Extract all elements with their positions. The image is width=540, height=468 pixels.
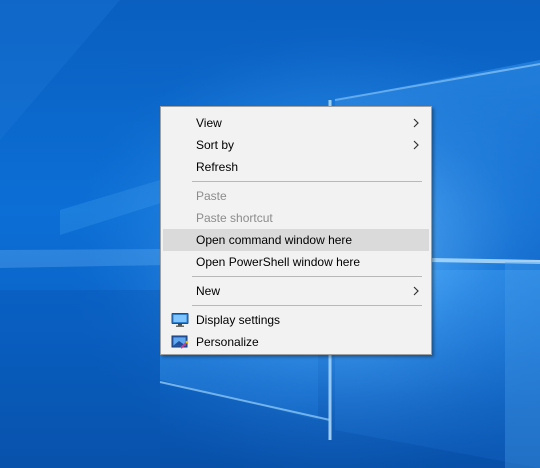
- menu-separator: [192, 305, 422, 306]
- menu-item-paste-shortcut: Paste shortcut: [163, 207, 429, 229]
- display-settings-icon: [171, 313, 189, 327]
- chevron-right-icon: [413, 286, 419, 296]
- menu-item-display-settings-label: Display settings: [196, 313, 281, 327]
- menu-item-open-command-window[interactable]: Open command window here: [163, 229, 429, 251]
- menu-item-refresh[interactable]: Refresh: [163, 156, 429, 178]
- chevron-right-icon: [413, 140, 419, 150]
- menu-separator: [192, 276, 422, 277]
- desktop-background[interactable]: View Sort by Refresh Paste Paste shortcu…: [0, 0, 540, 468]
- menu-item-personalize-label: Personalize: [196, 335, 259, 349]
- menu-item-view[interactable]: View: [163, 112, 429, 134]
- chevron-right-icon: [413, 118, 419, 128]
- menu-item-sort-by-label: Sort by: [196, 138, 235, 152]
- desktop-context-menu: View Sort by Refresh Paste Paste shortcu…: [160, 106, 432, 355]
- menu-item-view-label: View: [196, 116, 222, 130]
- personalize-icon: [171, 335, 189, 349]
- menu-separator: [192, 181, 422, 182]
- menu-item-paste-shortcut-label: Paste shortcut: [196, 211, 273, 225]
- menu-item-open-command-window-label: Open command window here: [196, 233, 353, 247]
- menu-item-open-powershell-window[interactable]: Open PowerShell window here: [163, 251, 429, 273]
- menu-item-sort-by[interactable]: Sort by: [163, 134, 429, 156]
- menu-item-new[interactable]: New: [163, 280, 429, 302]
- menu-item-personalize[interactable]: Personalize: [163, 331, 429, 353]
- menu-item-paste: Paste: [163, 185, 429, 207]
- menu-item-paste-label: Paste: [196, 189, 227, 203]
- menu-item-display-settings[interactable]: Display settings: [163, 309, 429, 331]
- menu-item-open-powershell-window-label: Open PowerShell window here: [196, 255, 361, 269]
- menu-item-refresh-label: Refresh: [196, 160, 239, 174]
- menu-item-new-label: New: [196, 284, 221, 298]
